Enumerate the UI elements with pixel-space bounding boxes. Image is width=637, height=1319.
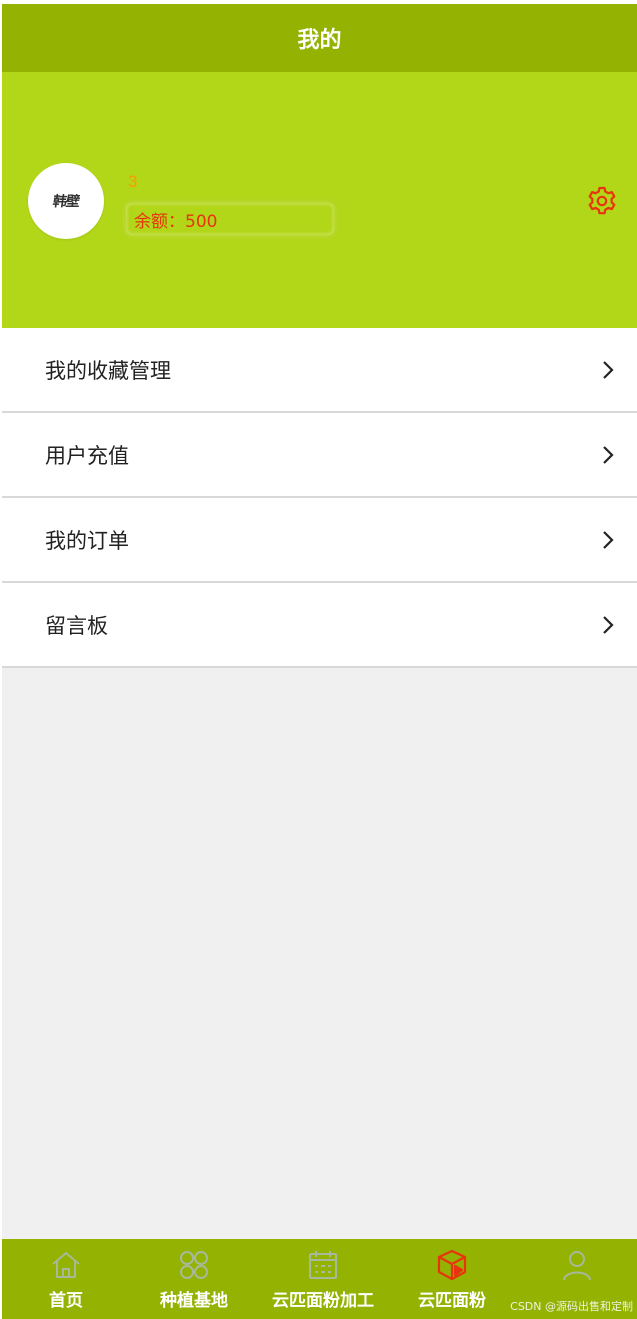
menu-item-favorites[interactable]: 我的收藏管理 [2, 328, 637, 413]
tab-home[interactable]: 首页 [2, 1239, 130, 1319]
tab-label: 云匹面粉 [418, 1291, 486, 1311]
chevron-right-icon [603, 615, 614, 634]
menu-list: 我的收藏管理 用户充值 我的订单 留言板 [2, 328, 637, 668]
menu-item-label: 我的收藏管理 [45, 358, 171, 383]
avatar-signature: 韩壁 [51, 194, 80, 210]
chevron-right-icon [603, 360, 614, 379]
menu-item-label: 我的订单 [45, 528, 129, 553]
balance-badge: 余额：500 [126, 203, 334, 235]
user-icon [562, 1251, 591, 1281]
username: 3 [128, 172, 138, 191]
menu-item-label: 留言板 [45, 613, 108, 638]
tab-label: 云匹面粉加工 [272, 1291, 374, 1311]
tab-label: 首页 [49, 1291, 83, 1311]
top-header: 我的 [2, 4, 637, 72]
profile-card: 韩壁 3 余额：500 [2, 72, 637, 328]
menu-item-recharge[interactable]: 用户充值 [2, 413, 637, 498]
tab-planting-base[interactable]: 种植基地 [130, 1239, 258, 1319]
gear-icon[interactable] [586, 185, 618, 217]
home-icon [52, 1251, 80, 1278]
menu-item-message-board[interactable]: 留言板 [2, 583, 637, 668]
chevron-right-icon [603, 445, 614, 464]
avatar[interactable]: 韩壁 [28, 163, 104, 239]
four-leaf-icon [180, 1251, 208, 1279]
watermark-text: CSDN @源码出售和定制 [510, 1300, 633, 1313]
bottom-tab-bar: 首页 种植基地 云匹面粉加工 云匹面粉 CSDN @源码出售和定制 [2, 1239, 637, 1319]
menu-item-orders[interactable]: 我的订单 [2, 498, 637, 583]
tab-flour-processing[interactable]: 云匹面粉加工 [258, 1239, 388, 1319]
cube-icon [437, 1249, 467, 1281]
menu-item-label: 用户充值 [45, 443, 129, 468]
page-title: 我的 [297, 28, 342, 53]
tab-label: 种植基地 [160, 1291, 228, 1311]
chevron-right-icon [603, 530, 614, 549]
tab-flour[interactable]: 云匹面粉 [388, 1239, 516, 1319]
calendar-icon [309, 1251, 337, 1279]
